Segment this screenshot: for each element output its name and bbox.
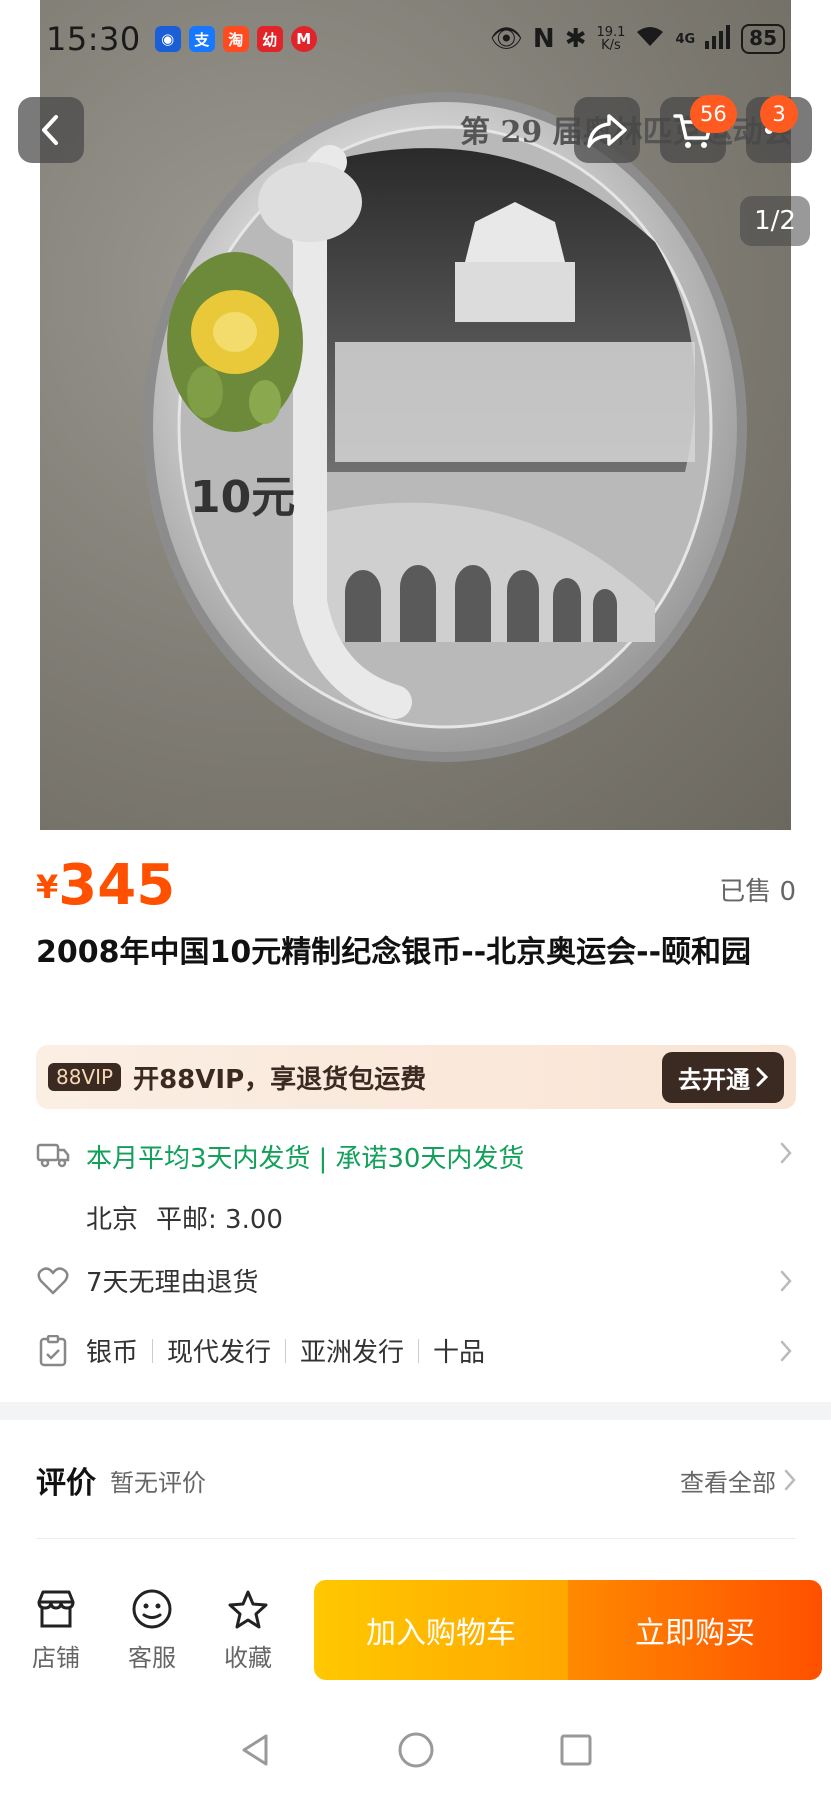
alipay-icon: 支 [188, 26, 215, 52]
status-bar: 15:30 ◉ 支 淘 幼 M 👁 N ✱ 19.1 K/s 4G 85 [0, 0, 831, 78]
add-to-cart-button[interactable]: 加入购物车 [314, 1580, 568, 1680]
buy-now-button[interactable]: 立即购买 [568, 1580, 822, 1680]
attribute-tags: 银币 现代发行 亚洲发行 十品 [86, 1332, 485, 1369]
shipping-commitment: 承诺30天内发货 [335, 1144, 525, 1174]
service-label: 客服 [128, 1643, 176, 1672]
share-button[interactable] [574, 97, 640, 163]
product-image-carousel[interactable]: 第 29 届奥林匹克运动会 10元 15:30 ◉ 支 淘 幼 M 👁 N ✱ … [0, 0, 831, 830]
taobao-icon: 淘 [222, 26, 249, 52]
vip-promo-bar[interactable]: 88VIP 开88VIP，享退货包运费 去开通 [36, 1045, 796, 1109]
section-divider [0, 1402, 831, 1420]
bluetooth-icon: ✱ [564, 24, 587, 54]
image-page-counter: 1/2 [740, 196, 810, 246]
shop-button[interactable]: 店铺 [8, 1588, 104, 1673]
attribute-tag: 现代发行 [167, 1338, 272, 1368]
reviews-empty-text: 暂无评价 [110, 1468, 206, 1497]
shipping-row[interactable]: 本月平均3天内发货 | 承诺30天内发货 北京 平邮: 3.00 [36, 1138, 796, 1236]
shipping-postage: 平邮: 3.00 [156, 1205, 283, 1235]
returns-policy: 7天无理由退货 [86, 1268, 259, 1298]
view-all-label: 查看全部 [680, 1468, 776, 1497]
attribute-tag: 银币 [86, 1338, 139, 1368]
attribute-tag: 十品 [433, 1338, 486, 1368]
shipping-promise: 本月平均3天内发货 | 承诺30天内发货 [86, 1138, 524, 1175]
share-icon [587, 114, 627, 148]
metro-app-icon: M [290, 26, 317, 52]
bottom-action-bar: 店铺 客服 收藏 加入购物车 立即购买 [0, 1570, 831, 1690]
nav-back-icon[interactable] [236, 1730, 276, 1770]
service-face-icon [132, 1589, 172, 1628]
back-button[interactable] [18, 97, 84, 163]
tag-divider [418, 1338, 420, 1363]
shopping-app-icon: 幼 [256, 26, 283, 52]
reviews-title: 评价 [36, 1466, 96, 1501]
shipping-average: 本月平均3天内发货 [86, 1144, 311, 1174]
tag-divider [152, 1338, 154, 1363]
message-count-badge: 3 [760, 95, 798, 133]
shop-label: 店铺 [32, 1643, 80, 1672]
status-time: 15:30 [46, 20, 141, 58]
vip-open-button[interactable]: 去开通 [662, 1051, 784, 1103]
chevron-left-icon [42, 115, 58, 145]
product-title: 2008年中国10元精制纪念银币--北京奥运会--颐和园 [36, 935, 752, 970]
currency-symbol: ¥ [36, 868, 59, 906]
chevron-right-icon [784, 1469, 796, 1491]
truck-icon [36, 1138, 70, 1172]
sold-count: 已售 0 [719, 877, 796, 907]
chevron-right-icon [776, 1138, 796, 1168]
wifi-icon [635, 24, 665, 55]
app-notification-icon: ◉ [154, 26, 181, 52]
shipping-separator: | [318, 1144, 328, 1174]
favorite-button[interactable]: 收藏 [200, 1588, 296, 1673]
chevron-right-icon [776, 1336, 796, 1366]
attribute-tag: 亚洲发行 [300, 1338, 405, 1368]
net-speed: 19.1 K/s [596, 26, 625, 52]
customer-service-button[interactable]: 客服 [104, 1588, 200, 1673]
vip-tag: 88VIP [48, 1063, 122, 1091]
chevron-right-icon [756, 1067, 768, 1087]
nav-home-icon[interactable] [396, 1730, 436, 1770]
signal-icon [705, 24, 731, 54]
tag-divider [285, 1338, 287, 1363]
vip-promo-text: 开88VIP，享退货包运费 [133, 1064, 427, 1095]
view-all-reviews-link[interactable]: 查看全部 [680, 1463, 796, 1498]
shipping-details: 北京 平邮: 3.00 [86, 1199, 524, 1236]
attributes-row[interactable]: 银币 现代发行 亚洲发行 十品 [36, 1332, 796, 1369]
vip-open-label: 去开通 [678, 1065, 750, 1094]
store-icon [37, 1590, 75, 1627]
returns-row[interactable]: 7天无理由退货 [36, 1262, 796, 1299]
battery-indicator: 85 [741, 24, 785, 54]
system-nav-bar [0, 1700, 831, 1800]
reviews-header: 评价 暂无评价 查看全部 [36, 1458, 796, 1502]
chevron-right-icon [776, 1266, 796, 1296]
shipping-origin: 北京 [86, 1205, 139, 1235]
nfc-icon: N [532, 24, 555, 54]
price-row: ¥ 345 已售 0 [36, 858, 796, 914]
net-speed-unit: K/s [601, 38, 621, 53]
clipboard-icon [36, 1334, 70, 1368]
status-app-icons: ◉ 支 淘 幼 M [154, 26, 317, 52]
cart-button[interactable]: 56 [660, 95, 737, 163]
cart-count-badge: 56 [690, 95, 737, 133]
heart-shield-icon [36, 1264, 70, 1298]
favorite-label: 收藏 [224, 1643, 272, 1672]
reviews-divider [36, 1538, 796, 1539]
nav-recents-icon[interactable] [556, 1730, 596, 1770]
more-button[interactable]: 3 [746, 95, 812, 163]
star-icon [228, 1590, 268, 1628]
eye-icon: 👁 [489, 24, 523, 54]
status-system-icons: 👁 N ✱ 19.1 K/s 4G 85 [490, 24, 785, 55]
coin-denomination: 10元 [190, 472, 295, 523]
product-price: 345 [58, 853, 176, 918]
network-type: 4G [675, 31, 696, 47]
